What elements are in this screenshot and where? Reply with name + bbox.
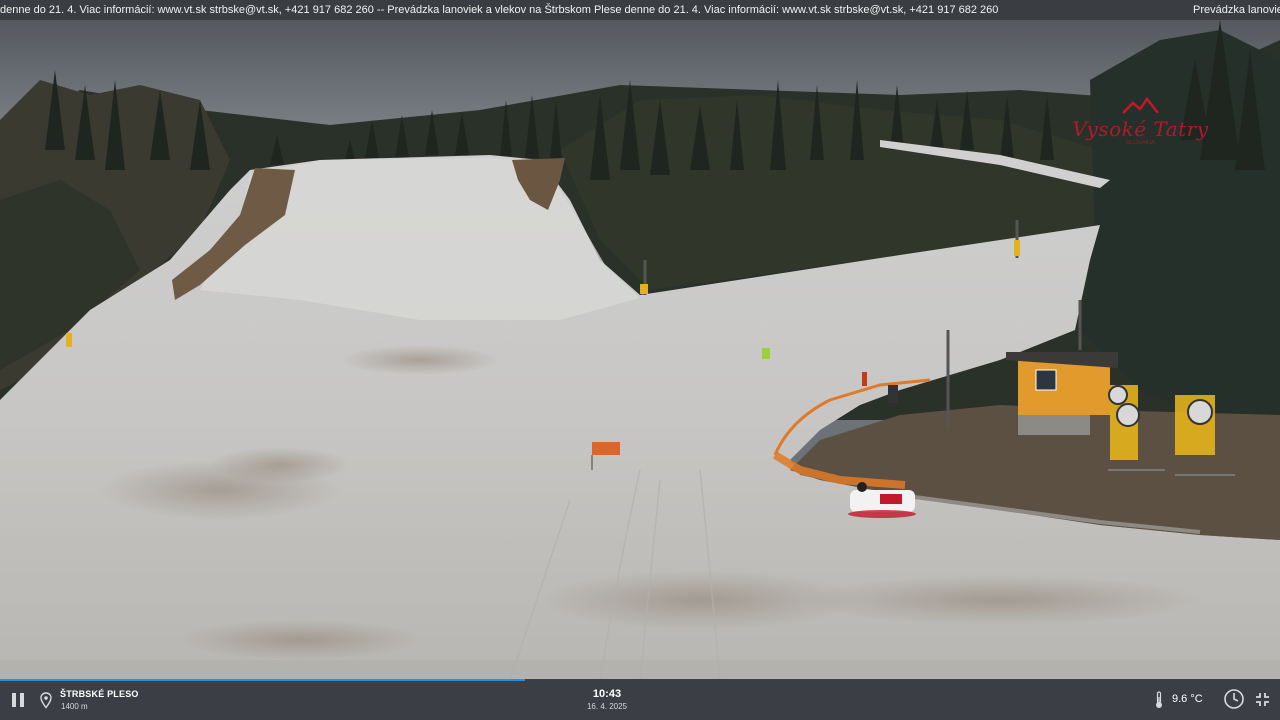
- pause-icon-bar: [20, 693, 24, 707]
- webcam-view: Vysoké Tatry SLOVAKIA: [0, 20, 1280, 680]
- location-name: ŠTRBSKÉ PLESO: [60, 689, 139, 699]
- location-pin-icon: [40, 692, 52, 709]
- location-altitude: 1400 m: [61, 702, 88, 711]
- thermometer-icon: [1156, 691, 1162, 708]
- logo-brand-sub: SLOVAKIA: [1126, 140, 1156, 146]
- ticker-text-repeat: Prevádzka lanoviek a vlekov na Štrbskom …: [1193, 4, 1280, 16]
- pause-icon: [12, 693, 16, 707]
- news-ticker: denne do 21. 4. Viac informácií: www.vt.…: [0, 0, 1280, 20]
- clock-icon[interactable]: [1223, 688, 1245, 710]
- logo-brand-name: Vysoké Tatry: [1072, 117, 1209, 141]
- exit-fullscreen-icon[interactable]: [1255, 692, 1270, 707]
- pause-button[interactable]: [11, 693, 25, 707]
- ticker-text: denne do 21. 4. Viac informácií: www.vt.…: [0, 4, 999, 16]
- capture-date: 16. 4. 2025: [586, 702, 628, 711]
- capture-time: 10:43: [592, 688, 622, 700]
- player-control-bar: ŠTRBSKÉ PLESO 1400 m 10:43 16. 4. 2025 9…: [0, 679, 1280, 720]
- temperature-readout: 9.6 °C: [1172, 693, 1203, 705]
- playback-progress[interactable]: [0, 679, 525, 681]
- vysoke-tatry-logo: Vysoké Tatry SLOVAKIA: [1068, 93, 1213, 153]
